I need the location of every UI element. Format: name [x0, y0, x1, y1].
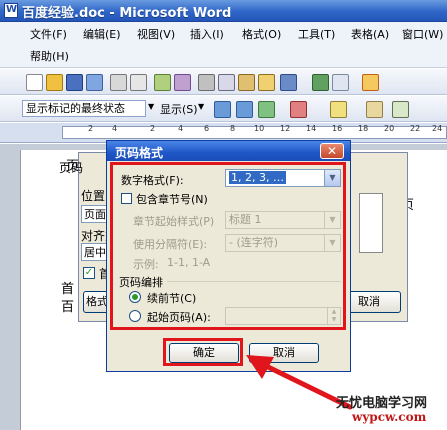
alignment-value: 居中 [84, 246, 106, 259]
chevron-down-icon[interactable]: ▼ [198, 102, 204, 111]
markup-display-value: 显示标记的最终状态 [26, 102, 125, 115]
research-icon[interactable] [174, 74, 191, 91]
menu-bar: 文件(F) 编辑(E) 视图(V) 插入(I) 格式(O) 工具(T) 表格(A… [0, 22, 447, 68]
paste-icon[interactable] [238, 74, 255, 91]
ruler-number: 18 [358, 124, 369, 133]
options-highlight-box [110, 162, 346, 330]
ruler-number: 22 [410, 124, 421, 133]
new-document-icon[interactable] [26, 74, 43, 91]
undo-icon[interactable] [280, 74, 297, 91]
markup-display-combo[interactable]: 显示标记的最终状态 [22, 100, 146, 117]
first-page-checkbox[interactable]: ✓ [83, 267, 95, 279]
open-folder-icon[interactable] [46, 74, 63, 91]
menu-view[interactable]: 视图(V) [137, 26, 175, 42]
dialog-title: 页码格式 [115, 146, 164, 160]
menu-format[interactable]: 格式(O) [242, 26, 281, 42]
insert-comment-icon[interactable] [330, 101, 347, 118]
ruler-number: 2 [150, 124, 156, 133]
close-icon[interactable]: ✕ [320, 143, 344, 159]
reviewing-pane-icon[interactable] [392, 101, 409, 118]
ruler-number: 4 [178, 124, 184, 133]
accept-change-icon[interactable] [258, 101, 275, 118]
reading-mode-icon[interactable] [362, 74, 379, 91]
document-text: 百 [61, 300, 75, 315]
menu-insert[interactable]: 插入(I) [190, 26, 224, 42]
permission-icon[interactable] [86, 74, 103, 91]
reject-change-icon[interactable] [290, 101, 307, 118]
tables-borders-icon[interactable] [332, 74, 349, 91]
menu-help[interactable]: 帮助(H) [30, 48, 69, 64]
menu-window[interactable]: 窗口(W) [402, 26, 443, 42]
cut-icon[interactable] [198, 74, 215, 91]
menu-table[interactable]: 表格(A) [351, 26, 389, 42]
page-numbers-dialog-title: 页码 [59, 161, 84, 175]
word-document-icon [4, 3, 18, 18]
save-icon[interactable] [66, 74, 83, 91]
watermark-title: 无忧电脑学习网 [336, 396, 428, 411]
ruler-number: 16 [332, 124, 343, 133]
window-title: 百度经验.doc - Microsoft Word [22, 6, 232, 21]
ruler-number: 24 [432, 124, 443, 133]
format-painter-icon[interactable] [258, 74, 275, 91]
menu-file[interactable]: 文件(F) [30, 26, 67, 42]
menu-tools[interactable]: 工具(T) [298, 26, 335, 42]
window-title-bar[interactable]: 百度经验.doc - Microsoft Word [0, 0, 447, 22]
preview-box [359, 193, 383, 253]
previous-change-icon[interactable] [214, 101, 231, 118]
ruler-number: 8 [230, 124, 236, 133]
menu-edit[interactable]: 编辑(E) [83, 26, 121, 42]
ruler-number: 20 [384, 124, 395, 133]
standard-toolbar [0, 69, 447, 95]
ruler-number: 6 [204, 124, 210, 133]
show-markup-button[interactable]: 显示(S) [160, 101, 198, 117]
ruler-number: 2 [88, 124, 94, 133]
watermark-url: wypcw.com [352, 410, 427, 424]
ruler-number: 12 [280, 124, 291, 133]
reviewing-toolbar: 显示标记的最终状态 ▼ 显示(S) ▼ [0, 96, 447, 122]
spelling-icon[interactable] [154, 74, 171, 91]
ruler-number: 14 [306, 124, 317, 133]
print-icon[interactable] [110, 74, 127, 91]
dialog-title-bar[interactable]: 页码格式 ✕ [107, 141, 350, 161]
chevron-down-icon[interactable]: ▼ [148, 102, 154, 111]
ok-button-highlight-box [163, 338, 243, 366]
ruler-number: 4 [112, 124, 118, 133]
next-change-icon[interactable] [236, 101, 253, 118]
copy-icon[interactable] [218, 74, 235, 91]
track-changes-icon[interactable] [366, 101, 383, 118]
document-text: 首 [61, 282, 75, 297]
ruler-number: 10 [254, 124, 265, 133]
hyperlink-icon[interactable] [312, 74, 329, 91]
print-preview-icon[interactable] [130, 74, 147, 91]
